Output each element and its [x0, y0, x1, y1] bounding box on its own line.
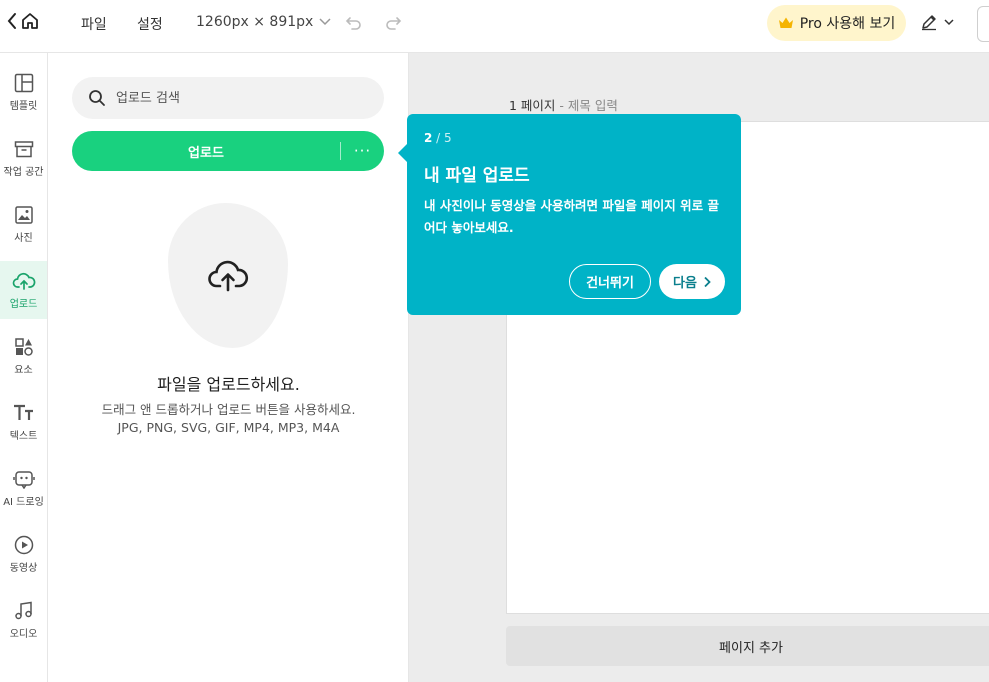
- drop-title: 파일을 업로드하세요.: [157, 375, 300, 394]
- upload-button[interactable]: 업로드: [72, 131, 340, 171]
- page-label: 1 페이지 - 제목 입력: [509, 95, 618, 114]
- chevron-down-icon: [319, 18, 331, 26]
- next-button[interactable]: 다음: [659, 264, 725, 299]
- edit-mode-dropdown[interactable]: [920, 13, 954, 31]
- tooltip-step-counter: 2 / 5: [424, 131, 452, 145]
- drop-subtitle: 드래그 앤 드롭하거나 업로드 버튼을 사용하세요. JPG, PNG, SVG…: [48, 401, 409, 437]
- pencil-icon: [922, 15, 936, 31]
- sidebar-item-templates[interactable]: 템플릿: [0, 63, 47, 121]
- page-title-input[interactable]: 제목 입력: [568, 98, 618, 113]
- skip-button[interactable]: 건너뛰기: [569, 264, 651, 299]
- canvas-size-dropdown[interactable]: 1260px × 891px: [196, 14, 331, 30]
- left-sidebar: 템플릿 작업 공간 사진 업로드 요소 텍스트 AI 드로잉 동영상 오디오: [0, 53, 48, 682]
- sidebar-item-ai-drawing[interactable]: AI 드로잉: [0, 459, 47, 517]
- chevron-left-icon: [7, 13, 16, 29]
- upload-drop-zone[interactable]: [168, 203, 288, 348]
- step-total: / 5: [432, 131, 452, 145]
- supported-formats: JPG, PNG, SVG, GIF, MP4, MP3, M4A: [117, 420, 340, 435]
- crown-icon: [778, 17, 793, 28]
- sidebar-item-label: 텍스트: [9, 430, 38, 442]
- menu-file[interactable]: 파일: [81, 14, 107, 34]
- sidebar-item-label: 사진: [14, 232, 33, 244]
- text-icon: [13, 404, 33, 420]
- search-input[interactable]: [116, 90, 366, 106]
- home-icon: [22, 13, 38, 29]
- sidebar-item-label: 동영상: [9, 562, 38, 574]
- sidebar-item-workspace[interactable]: 작업 공간: [0, 129, 47, 187]
- sidebar-item-video[interactable]: 동영상: [0, 525, 47, 583]
- upload-panel: 업로드 ··· 파일을 업로드하세요. 드래그 앤 드롭하거나 업로드 버튼을 …: [48, 53, 409, 682]
- page-label-separator: -: [555, 98, 568, 113]
- upload-button-group: 업로드 ···: [72, 131, 384, 171]
- upload-search[interactable]: [72, 77, 384, 119]
- undo-icon[interactable]: [344, 13, 364, 33]
- sidebar-item-label: 템플릿: [9, 100, 38, 112]
- sidebar-item-audio[interactable]: 오디오: [0, 591, 47, 649]
- menu-settings[interactable]: 설정: [137, 14, 163, 34]
- sidebar-item-label: 오디오: [9, 628, 38, 640]
- sidebar-item-photos[interactable]: 사진: [0, 195, 47, 253]
- sidebar-item-label: 요소: [14, 364, 33, 376]
- image-icon: [14, 205, 33, 224]
- sidebar-item-label: 작업 공간: [3, 166, 44, 178]
- layout-icon: [14, 73, 33, 92]
- next-label: 다음: [673, 276, 697, 291]
- back-home-button[interactable]: [6, 11, 40, 31]
- sidebar-item-text[interactable]: 텍스트: [0, 393, 47, 451]
- video-icon: [14, 535, 33, 554]
- search-icon: [89, 90, 105, 106]
- canvas-size-label: 1260px × 891px: [196, 14, 314, 30]
- chevron-down-icon: [944, 18, 954, 25]
- drop-instructions: 드래그 앤 드롭하거나 업로드 버튼을 사용하세요.: [101, 402, 356, 417]
- tooltip-body: 내 사진이나 동영상을 사용하려면 파일을 페이지 위로 끌어다 놓아보세요.: [424, 198, 719, 235]
- try-pro-label: Pro 사용해 보기: [799, 16, 896, 32]
- tooltip-arrow: [398, 144, 407, 162]
- music-icon: [14, 601, 32, 619]
- sidebar-item-label: 업로드: [9, 298, 38, 310]
- archive-icon: [14, 140, 33, 157]
- ai-drawing-icon: [12, 470, 35, 489]
- chevron-right-icon: [704, 276, 711, 287]
- top-bar: 파일 설정 1260px × 891px Pro 사용해 보기: [0, 0, 989, 53]
- shapes-icon: [14, 337, 33, 356]
- try-pro-button[interactable]: Pro 사용해 보기: [767, 5, 906, 41]
- cloud-upload-icon: [12, 272, 35, 290]
- onboarding-tooltip: 2 / 5 내 파일 업로드 내 사진이나 동영상을 사용하려면 파일을 페이지…: [398, 114, 741, 315]
- sidebar-item-elements[interactable]: 요소: [0, 327, 47, 385]
- page-number: 1 페이지: [509, 98, 556, 113]
- tooltip-title: 내 파일 업로드: [424, 166, 530, 186]
- sidebar-item-upload[interactable]: 업로드: [0, 261, 47, 319]
- add-page-button[interactable]: 페이지 추가: [506, 626, 989, 666]
- share-button[interactable]: [977, 6, 989, 42]
- cloud-upload-icon: [208, 260, 249, 291]
- redo-icon[interactable]: [383, 13, 403, 33]
- sidebar-item-label: AI 드로잉: [3, 496, 44, 508]
- upload-more-button[interactable]: ···: [341, 131, 384, 171]
